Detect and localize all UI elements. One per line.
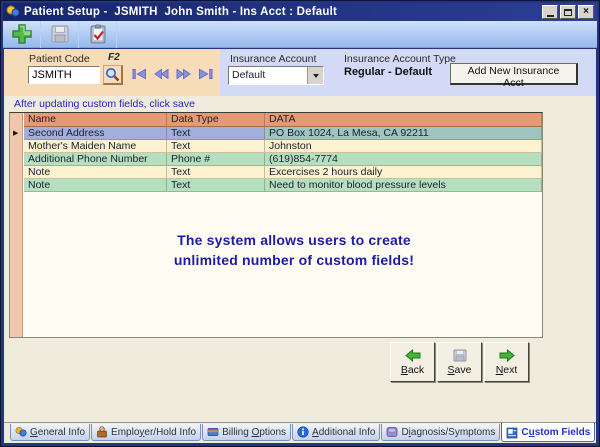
f2-shortcut-label: F2 xyxy=(108,52,120,63)
save-icon xyxy=(49,23,71,45)
annotation-line-2: unlimited number of custom fields! xyxy=(46,251,542,271)
add-icon xyxy=(10,22,34,46)
col-header-name[interactable]: Name xyxy=(24,113,167,127)
insurance-type-value: Regular - Default xyxy=(344,66,432,78)
patient-setup-window: Patient Setup - JSMITH John Smith - Ins … xyxy=(0,0,600,447)
previous-record-icon[interactable] xyxy=(154,68,169,80)
current-row-pointer-icon: ▶ xyxy=(13,129,18,137)
table-row[interactable]: Mother's Maiden Name Text Johnston xyxy=(24,140,542,153)
app-icon xyxy=(6,4,20,21)
cell-name: Mother's Maiden Name xyxy=(24,140,167,153)
hint-text: After updating custom fields, click save xyxy=(14,98,195,110)
insurance-account-select[interactable]: Default xyxy=(228,66,324,85)
main-area: After updating custom fields, click save… xyxy=(4,96,596,443)
tab-additional-info[interactable]: Additional Info xyxy=(292,424,380,441)
col-header-data[interactable]: DATA xyxy=(265,113,542,127)
verify-button[interactable] xyxy=(79,21,117,48)
cell-name: Second Address xyxy=(24,127,167,140)
add-patient-button[interactable] xyxy=(3,21,41,48)
search-icon xyxy=(105,67,120,82)
grid-table: Name Data Type DATA Second Address Text … xyxy=(24,113,542,192)
col-header-data-type[interactable]: Data Type xyxy=(167,113,265,127)
dropdown-button[interactable] xyxy=(307,67,323,84)
cell-name: Note xyxy=(24,166,167,179)
insurance-account-value: Default xyxy=(229,67,307,84)
cell-data-type: Text xyxy=(167,140,265,153)
cell-name: Additional Phone Number xyxy=(24,153,167,166)
arrow-right-icon xyxy=(499,349,515,362)
record-navigator xyxy=(132,68,213,80)
grid-header-row: Name Data Type DATA xyxy=(24,113,542,127)
cell-data-type: Text xyxy=(167,166,265,179)
people-icon xyxy=(15,426,27,438)
cell-name: Note xyxy=(24,179,167,192)
back-button[interactable]: Back xyxy=(390,342,435,382)
diagnosis-icon xyxy=(386,426,398,438)
table-row[interactable]: Note Text Excercises 2 hours daily xyxy=(24,166,542,179)
insurance-panel: Insurance Account Default Insurance Acco… xyxy=(220,49,596,96)
row-header-strip: ▶ xyxy=(10,113,23,337)
tab-general-info[interactable]: General Info xyxy=(10,424,90,441)
table-row[interactable]: Additional Phone Number Phone # (619)854… xyxy=(24,153,542,166)
insurance-type-label: Insurance Account Type xyxy=(344,53,456,65)
add-insurance-acct-button[interactable]: Add New Insurance Acct xyxy=(450,63,578,85)
last-record-icon[interactable] xyxy=(198,68,213,80)
tab-billing-options[interactable]: Billing Options xyxy=(202,424,291,441)
chevron-down-icon xyxy=(313,74,319,78)
header-panels: Patient Code F2 xyxy=(4,49,596,96)
tab-custom-fields[interactable]: Custom Fields xyxy=(501,423,595,442)
custom-fields-icon xyxy=(506,427,518,439)
employer-icon xyxy=(96,426,108,438)
tab-employer-hold-info[interactable]: Employer/Hold Info xyxy=(91,424,201,441)
next-button[interactable]: Next xyxy=(484,342,529,382)
info-icon xyxy=(297,426,309,438)
save-button[interactable]: Save xyxy=(437,342,482,382)
toolbar xyxy=(3,21,597,48)
cell-data: PO Box 1024, La Mesa, CA 92211 xyxy=(265,127,542,140)
next-record-icon[interactable] xyxy=(176,68,191,80)
arrow-left-icon xyxy=(405,349,421,362)
annotation-text: The system allows users to create unlimi… xyxy=(10,231,542,270)
annotation-line-1: The system allows users to create xyxy=(46,231,542,251)
cell-data: (619)854-7774 xyxy=(265,153,542,166)
save-icon xyxy=(453,349,467,362)
patient-code-label: Patient Code xyxy=(29,53,90,65)
insurance-account-label: Insurance Account xyxy=(230,53,316,65)
window-title: Patient Setup - JSMITH John Smith - Ins … xyxy=(24,6,538,18)
patient-code-panel: Patient Code F2 xyxy=(4,49,220,96)
maximize-button[interactable] xyxy=(560,5,576,19)
close-button[interactable]: × xyxy=(578,5,594,19)
first-record-icon[interactable] xyxy=(132,68,147,80)
patient-search-button[interactable] xyxy=(103,65,123,85)
minimize-button[interactable] xyxy=(542,5,558,19)
custom-fields-grid: ▶ Name Data Type DATA Second Address Tex… xyxy=(9,112,543,338)
cell-data-type: Phone # xyxy=(167,153,265,166)
patient-code-input[interactable] xyxy=(28,66,100,84)
table-row[interactable]: Second Address Text PO Box 1024, La Mesa… xyxy=(24,127,542,140)
verify-icon xyxy=(87,23,109,45)
save-button-toolbar[interactable] xyxy=(41,21,79,48)
billing-icon xyxy=(207,426,219,438)
cell-data: Excercises 2 hours daily xyxy=(265,166,542,179)
bottom-tab-bar: General Info Employer/Hold Info Billing … xyxy=(4,422,596,444)
cell-data-type: Text xyxy=(167,127,265,140)
tab-diagnosis-symptoms[interactable]: Diagnosis/Symptoms xyxy=(381,424,500,441)
cell-data-type: Text xyxy=(167,179,265,192)
title-bar: Patient Setup - JSMITH John Smith - Ins … xyxy=(3,3,597,21)
table-row[interactable]: Note Text Need to monitor blood pressure… xyxy=(24,179,542,192)
cell-data: Johnston xyxy=(265,140,542,153)
cell-data: Need to monitor blood pressure levels xyxy=(265,179,542,192)
wizard-buttons: Back Save Next xyxy=(390,342,529,382)
